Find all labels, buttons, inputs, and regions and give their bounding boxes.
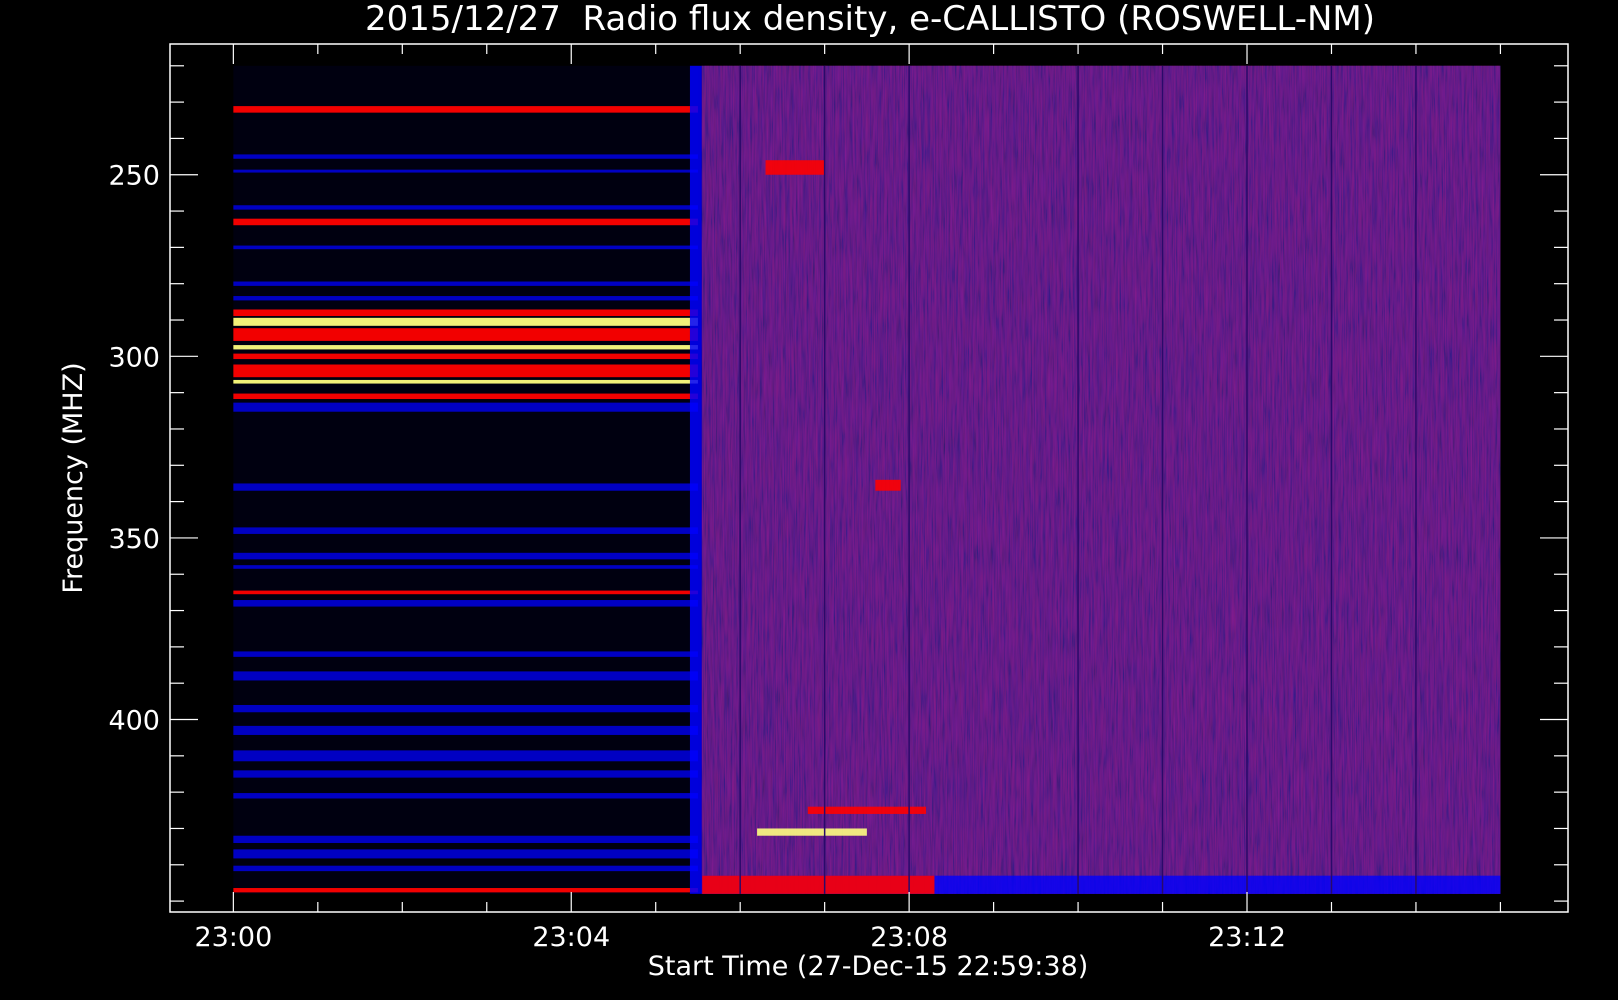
frequency-band	[233, 793, 698, 799]
frequency-band	[233, 245, 698, 250]
x-tick-label: 23:08	[870, 922, 948, 953]
frequency-band	[233, 888, 698, 893]
frequency-band	[233, 364, 698, 378]
frequency-band	[233, 725, 698, 735]
early-regime-background	[233, 65, 698, 894]
x-tick-label: 23:00	[194, 922, 272, 953]
frequency-band	[233, 552, 698, 560]
frequency-band	[233, 281, 698, 286]
frequency-band	[233, 750, 698, 762]
x-axis-label: Start Time (27-Dec-15 22:59:38)	[648, 951, 1089, 982]
y-tick-label: 400	[108, 706, 160, 737]
frequency-band	[233, 849, 698, 859]
x-tick-label: 23:04	[532, 922, 610, 953]
y-tick-labels: 250 300 350 400	[108, 161, 160, 737]
frequency-band	[233, 671, 698, 681]
y-tick-label: 300	[108, 342, 160, 373]
frequency-band	[233, 296, 698, 301]
frequency-band	[233, 483, 698, 491]
frequency-band	[233, 328, 698, 341]
plot-area	[169, 43, 1569, 913]
frequency-band	[233, 835, 698, 843]
frequency-band	[233, 600, 698, 607]
frequency-band	[233, 218, 698, 226]
frequency-band	[233, 393, 698, 400]
y-tick-label: 350	[108, 524, 160, 555]
frequency-band	[233, 590, 698, 595]
frequency-band	[233, 154, 698, 159]
frequency-band	[233, 402, 698, 412]
frequency-band	[233, 353, 698, 360]
frequency-band	[233, 309, 698, 317]
x-tick-label: 23:12	[1208, 922, 1286, 953]
frequency-band	[233, 345, 698, 350]
spectrogram-figure: 2015/12/27 Radio flux density, e-CALLIST…	[58, 0, 1569, 982]
late-regime-streaks	[701, 65, 1501, 894]
y-tick-label: 250	[108, 161, 160, 192]
frequency-band	[233, 770, 698, 778]
frequency-band	[233, 169, 698, 173]
frequency-band	[233, 565, 698, 569]
burst-feature	[702, 875, 935, 894]
burst-feature	[757, 828, 867, 836]
frequency-band	[233, 205, 698, 210]
spectrogram-heatmap	[233, 65, 1501, 894]
frequency-band	[233, 317, 698, 326]
frequency-band	[233, 106, 698, 113]
frequency-band	[233, 527, 698, 534]
frequency-band	[233, 865, 698, 872]
frequency-band	[233, 704, 698, 713]
burst-feature	[875, 479, 901, 491]
frequency-band	[233, 651, 698, 657]
frequency-band	[233, 379, 698, 384]
x-tick-labels: 23:00 23:04 23:08 23:12	[194, 922, 1285, 953]
chart-title: 2015/12/27 Radio flux density, e-CALLIST…	[365, 0, 1375, 39]
burst-feature	[807, 806, 927, 814]
transition-edge	[689, 65, 702, 894]
burst-feature	[765, 160, 825, 175]
y-axis-label: Frequency (MHZ)	[58, 362, 89, 593]
